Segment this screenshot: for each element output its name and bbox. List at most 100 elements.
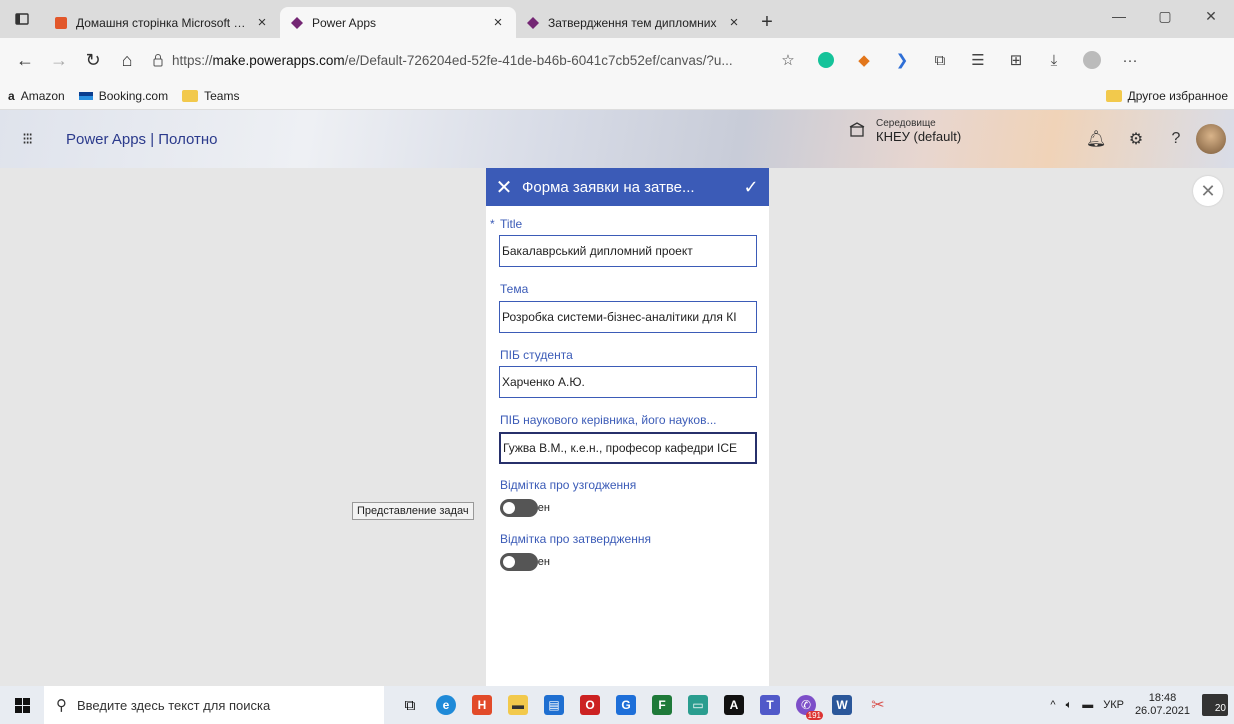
opera-icon[interactable]: O — [572, 686, 608, 724]
other-bookmarks[interactable]: Другое избранное — [1105, 88, 1228, 103]
snipping-icon[interactable]: ✂ — [860, 686, 896, 724]
downloads-icon[interactable]: ⤓ — [1036, 44, 1072, 76]
close-icon: ✕ — [1200, 180, 1216, 201]
app-g-icon[interactable]: G — [608, 686, 644, 724]
grammarly-icon[interactable] — [808, 44, 844, 76]
supervisor-field[interactable]: Гужва В.М., к.е.н., професор кафедри ІСЕ — [499, 432, 757, 464]
approval-toggle[interactable] — [500, 553, 538, 571]
environment-icon — [849, 122, 865, 137]
favorites-icon[interactable]: ☰ — [960, 44, 996, 76]
amazon-icon: a — [8, 88, 15, 103]
folder-icon — [1105, 89, 1122, 102]
submit-check-icon[interactable]: ✓ — [733, 177, 769, 198]
bookmark-label: Другое избранное — [1127, 88, 1228, 103]
maximize-button[interactable]: ▢ — [1142, 0, 1188, 32]
calculator-icon[interactable]: ▤ — [536, 686, 572, 724]
profile-icon[interactable] — [1074, 44, 1110, 76]
bell-icon[interactable]: 🔔︎ — [1076, 129, 1116, 149]
form-header: ✕ Форма заявки на затве... ✓ — [486, 168, 769, 206]
chevron-up-icon[interactable]: ^ — [1045, 699, 1060, 711]
minimize-button[interactable]: — — [1096, 0, 1142, 32]
window-controls: — ▢ ✕ — [1096, 0, 1234, 32]
required-marker: * — [490, 217, 495, 231]
student-label: ПІБ студента — [500, 348, 573, 362]
extensions-bar: ☆ ◆ ❯ ⧉ ☰ ⊞ ⤓ ··· — [770, 44, 1148, 76]
cancel-icon[interactable]: ✕ — [486, 175, 522, 200]
app-f-icon[interactable]: F — [644, 686, 680, 724]
close-tab-icon[interactable]: × — [490, 14, 506, 31]
word-icon[interactable]: W — [824, 686, 860, 724]
task-view-icon[interactable]: ⧉ — [392, 686, 428, 724]
page-title[interactable]: Power Apps | Полотно — [66, 131, 218, 148]
app-h-icon[interactable]: H — [464, 686, 500, 724]
environment-picker[interactable]: Середовище КНЕУ (default) — [848, 118, 961, 144]
booking-icon — [78, 91, 93, 100]
taskbar-search[interactable]: ⚲ Введите здесь текст для поиска — [44, 686, 384, 724]
approval-toggle-row: чен — [500, 553, 550, 571]
student-field[interactable]: Харченко А.Ю. — [499, 366, 757, 398]
chat-icon[interactable]: ▭ — [680, 686, 716, 724]
gear-icon[interactable]: ⚙ — [1116, 129, 1156, 149]
windows-taskbar: ⚲ Введите здесь текст для поиска ⧉ e H ▬… — [0, 686, 1234, 724]
tab-title: Домашня сторінка Microsoft Of — [76, 15, 246, 30]
tab-title: Затвердження тем дипломних — [548, 15, 717, 30]
power-apps-icon — [291, 16, 303, 29]
title-field[interactable]: Бакалаврський дипломний проект — [499, 235, 757, 267]
tab-power-apps[interactable]: Power Apps × — [280, 7, 516, 38]
lock-icon — [153, 54, 163, 67]
power-automate-icon[interactable]: ❯ — [884, 44, 920, 76]
canvas-area: ✕ ✕ Форма заявки на затве... ✓ * Title Б… — [0, 168, 1234, 686]
bookmark-label: Teams — [204, 88, 240, 103]
more-icon[interactable]: ··· — [1112, 44, 1148, 76]
language-indicator[interactable]: УКР — [1098, 699, 1129, 711]
app-launcher-icon[interactable]: ⁝⁝⁝ — [22, 129, 46, 149]
close-tab-icon[interactable]: × — [726, 14, 742, 31]
windows-icon — [14, 697, 30, 713]
address-bar[interactable]: https://make.powerapps.com/e/Default-726… — [144, 44, 764, 76]
close-preview-button[interactable]: ✕ — [1193, 176, 1223, 206]
avatar[interactable] — [1196, 124, 1226, 154]
tab-microsoft-office[interactable]: Домашня сторінка Microsoft Of × — [44, 7, 280, 38]
back-button[interactable]: ← — [8, 44, 42, 76]
add-favorite-icon[interactable]: ☆ — [770, 44, 806, 76]
address-toolbar: ← → ↻ ⌂ https://make.powerapps.com/e/Def… — [0, 38, 1234, 82]
volume-icon[interactable]: 🔈︎ — [1061, 699, 1078, 712]
search-placeholder: Введите здесь текст для поиска — [77, 697, 271, 713]
tab-actions-button[interactable] — [0, 0, 44, 38]
edge-icon[interactable]: e — [428, 686, 464, 724]
home-button[interactable]: ⌂ — [110, 44, 144, 76]
bookmark-teams[interactable]: Teams — [182, 89, 239, 103]
forward-button[interactable]: → — [42, 44, 76, 76]
notifications-icon[interactable]: 20 — [1202, 694, 1228, 716]
close-tab-icon[interactable]: × — [254, 14, 270, 31]
metamask-icon[interactable]: ◆ — [846, 44, 882, 76]
close-window-button[interactable]: ✕ — [1188, 0, 1234, 32]
environment-label: Середовище — [876, 118, 936, 129]
agreement-toggle[interactable] — [500, 499, 538, 517]
tema-field[interactable]: Розробка системи-бізнес-аналітики для КІ — [499, 301, 757, 333]
teams-icon[interactable]: T — [752, 686, 788, 724]
extensions-icon[interactable]: ⧉ — [922, 44, 958, 76]
viber-icon[interactable]: ✆ 191 — [788, 686, 824, 724]
help-icon[interactable]: ? — [1156, 130, 1196, 148]
bookmark-amazon[interactable]: a Amazon — [8, 89, 65, 103]
tema-label: Тема — [500, 282, 529, 296]
refresh-button[interactable]: ↻ — [76, 44, 110, 76]
office-icon — [55, 16, 67, 29]
file-explorer-icon[interactable]: ▬ — [500, 686, 536, 724]
new-tab-button[interactable]: + — [752, 7, 782, 38]
agreement-toggle-row: чен — [500, 499, 550, 517]
supervisor-label: ПІБ наукового керівника, його науков... — [500, 413, 717, 427]
collections-icon[interactable]: ⊞ — [998, 44, 1034, 76]
bookmark-booking[interactable]: Booking.com — [78, 89, 168, 103]
clock[interactable]: 18:48 26.07.2021 — [1129, 692, 1196, 718]
clock-time: 18:48 — [1148, 692, 1177, 704]
bookmarks-bar: a Amazon Booking.com Teams Другое избран… — [0, 82, 1234, 110]
app-a-icon[interactable]: A — [716, 686, 752, 724]
browser-tab-bar: Домашня сторінка Microsoft Of × Power Ap… — [0, 0, 1234, 38]
start-button[interactable] — [0, 686, 44, 724]
network-icon[interactable]: ▬ — [1077, 699, 1098, 711]
title-label: Title — [500, 217, 523, 231]
tab-diploma-topics[interactable]: Затвердження тем дипломних × — [516, 7, 752, 38]
system-tray: ^ 🔈︎ ▬ УКР 18:48 26.07.2021 20 — [1045, 686, 1234, 724]
